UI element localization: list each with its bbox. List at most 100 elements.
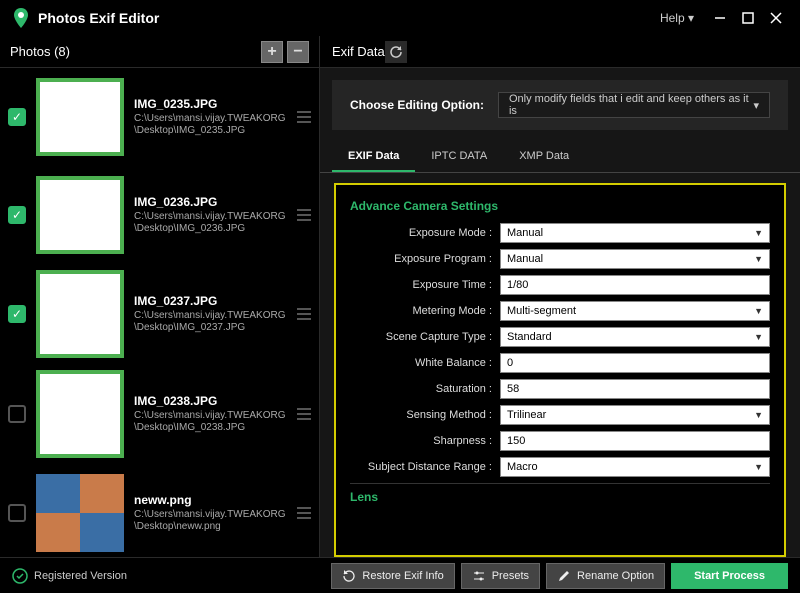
photos-panel: Photos (8) + − ✓ IMG_0235.JPG C:\Users\man…	[0, 36, 320, 557]
photo-row[interactable]: IMG_0238.JPGC:\Users\mansi.vijay.TWEAKOR…	[0, 364, 319, 464]
tab-xmp[interactable]: XMP Data	[503, 142, 585, 172]
rename-option-button[interactable]: Rename Option	[546, 563, 665, 589]
editing-option-row: Choose Editing Option: Only modify field…	[332, 80, 788, 130]
thumbnail	[36, 78, 124, 156]
exif-field-row: Saturation :58	[350, 379, 770, 399]
field-label: Exposure Mode :	[350, 227, 500, 239]
field-input[interactable]: 150	[500, 431, 770, 451]
remove-photo-button[interactable]: −	[287, 41, 309, 63]
field-value: 58	[507, 383, 519, 395]
field-value: Multi-segment	[507, 305, 576, 317]
field-value: Macro	[507, 461, 538, 473]
photo-meta: IMG_0237.JPGC:\Users\mansi.vijay.TWEAKOR…	[134, 294, 287, 335]
field-input[interactable]: 58	[500, 379, 770, 399]
photo-checkbox[interactable]: ✓	[8, 206, 26, 224]
photo-meta: neww.png C:\Users\mansi.vijay.TWEAKORG\De…	[134, 493, 287, 534]
presets-button[interactable]: Presets	[461, 563, 540, 589]
field-label: Sensing Method :	[350, 409, 500, 421]
editing-option-select[interactable]: Only modify fields that i edit and keep …	[498, 92, 770, 118]
drag-handle-icon[interactable]	[297, 497, 311, 529]
help-menu[interactable]: Help ▾	[660, 11, 694, 25]
chevron-down-icon: ▼	[754, 410, 763, 420]
field-value: 0	[507, 357, 513, 369]
photo-checkbox[interactable]: ✓	[8, 305, 26, 323]
pencil-icon	[557, 569, 571, 583]
exif-field-row: Scene Capture Type :Standard▼	[350, 327, 770, 347]
field-value: 150	[507, 435, 525, 447]
chevron-down-icon: ▾	[753, 99, 759, 112]
check-circle-icon	[12, 568, 28, 584]
metadata-tabs: EXIF Data IPTC DATA XMP Data	[320, 142, 800, 173]
field-input[interactable]: Trilinear ▼	[500, 405, 770, 425]
editing-option-value: Only modify fields that i edit and keep …	[509, 93, 753, 117]
minimize-button[interactable]	[706, 4, 734, 32]
field-input[interactable]: Standard▼	[500, 327, 770, 347]
app-logo: Photos Exif Editor	[10, 7, 159, 29]
restore-exif-button[interactable]: Restore Exif Info	[331, 563, 454, 589]
app-title: Photos Exif Editor	[38, 10, 159, 26]
field-input[interactable]: Manual ▼	[500, 223, 770, 243]
thumbnail	[36, 370, 124, 458]
drag-handle-icon[interactable]	[297, 298, 311, 330]
field-input[interactable]: Macro▼	[500, 457, 770, 477]
photo-list[interactable]: ✓ IMG_0235.JPG C:\Users\mansi.vijay.TWEAKO…	[0, 68, 319, 557]
start-process-button[interactable]: Start Process	[671, 563, 788, 589]
exif-field-row: Metering Mode :Multi-segment▼	[350, 301, 770, 321]
sliders-icon	[472, 569, 486, 583]
photo-meta: IMG_0238.JPGC:\Users\mansi.vijay.TWEAKOR…	[134, 394, 287, 435]
photo-meta: IMG_0235.JPG C:\Users\mansi.vijay.TWEAKOR…	[134, 97, 287, 138]
exif-editor-area[interactable]: Advance Camera Settings Exposure Mode :M…	[334, 183, 786, 557]
photo-checkbox[interactable]: ✓	[8, 108, 26, 126]
exif-field-row: Exposure Program :Manual▼	[350, 249, 770, 269]
field-input[interactable]: Manual ▼	[500, 249, 770, 269]
chevron-down-icon: ▼	[754, 228, 763, 238]
photo-row[interactable]: ✓ IMG_0235.JPG C:\Users\mansi.vijay.TWEAKO…	[0, 68, 319, 166]
photo-row[interactable]: ✓ IMG_0236.JPG C:\Users\mansi.vijay.TWEAKO…	[0, 166, 319, 264]
exif-field-row: Sensing Method : Trilinear ▼	[350, 405, 770, 425]
photo-filename: IMG_0235.JPG	[134, 97, 287, 111]
exif-field-row: Exposure Mode : Manual ▼	[350, 223, 770, 243]
photo-meta: IMG_0236.JPG C:\Users\mansi.vijay.TWEAKOR…	[134, 195, 287, 236]
field-input[interactable]: Multi-segment ▼	[500, 301, 770, 321]
photo-path: C:\Users\mansi.vijay.TWEAKORG\Desktop\IM…	[134, 410, 287, 435]
tab-iptc[interactable]: IPTC DATA	[415, 142, 503, 172]
photo-filename: neww.png	[134, 493, 287, 507]
maximize-button[interactable]	[734, 4, 762, 32]
field-value: Manual	[507, 253, 543, 265]
section-lens: Lens	[350, 483, 770, 504]
section-advance-camera: Advance Camera Settings	[350, 199, 770, 213]
add-photo-button[interactable]: +	[261, 41, 283, 63]
photo-checkbox[interactable]	[8, 504, 26, 522]
photo-row[interactable]: neww.png C:\Users\mansi.vijay.TWEAKORG\De…	[0, 464, 319, 557]
drag-handle-icon[interactable]	[297, 199, 311, 231]
chevron-down-icon: ▼	[754, 332, 763, 342]
chevron-down-icon: ▼	[754, 254, 763, 264]
tab-exif[interactable]: EXIF Data	[332, 142, 415, 172]
field-label: Subject Distance Range :	[350, 461, 500, 473]
close-button[interactable]	[762, 4, 790, 32]
field-label: White Balance :	[350, 357, 500, 369]
chevron-down-icon: ▾	[688, 11, 694, 25]
photo-row[interactable]: ✓ IMG_0237.JPGC:\Users\mansi.vijay.TWEAKO…	[0, 264, 319, 364]
photo-checkbox[interactable]	[8, 405, 26, 423]
field-value: Manual	[507, 227, 543, 239]
photos-panel-header: Photos (8) + −	[0, 36, 319, 68]
refresh-icon	[389, 45, 403, 59]
photo-path: C:\Users\mansi.vijay.TWEAKORG\Desktop\IM…	[134, 211, 287, 236]
field-value: Trilinear	[507, 409, 546, 421]
thumbnail	[36, 474, 124, 552]
drag-handle-icon[interactable]	[297, 398, 311, 430]
refresh-button[interactable]	[385, 41, 407, 63]
photo-path: C:\Users\mansi.vijay.TWEAKORG\Desktop\IM…	[134, 113, 287, 138]
registered-status: Registered Version	[12, 568, 127, 584]
restore-icon	[342, 569, 356, 583]
field-input[interactable]: 0	[500, 353, 770, 373]
drag-handle-icon[interactable]	[297, 101, 311, 133]
thumbnail	[36, 176, 124, 254]
field-label: Exposure Time :	[350, 279, 500, 291]
chevron-down-icon: ▼	[754, 306, 763, 316]
title-bar: Photos Exif Editor Help ▾	[0, 0, 800, 36]
photo-filename: IMG_0236.JPG	[134, 195, 287, 209]
field-input[interactable]: 1/80	[500, 275, 770, 295]
photo-path: C:\Users\mansi.vijay.TWEAKORG\Desktop\ne…	[134, 509, 287, 534]
